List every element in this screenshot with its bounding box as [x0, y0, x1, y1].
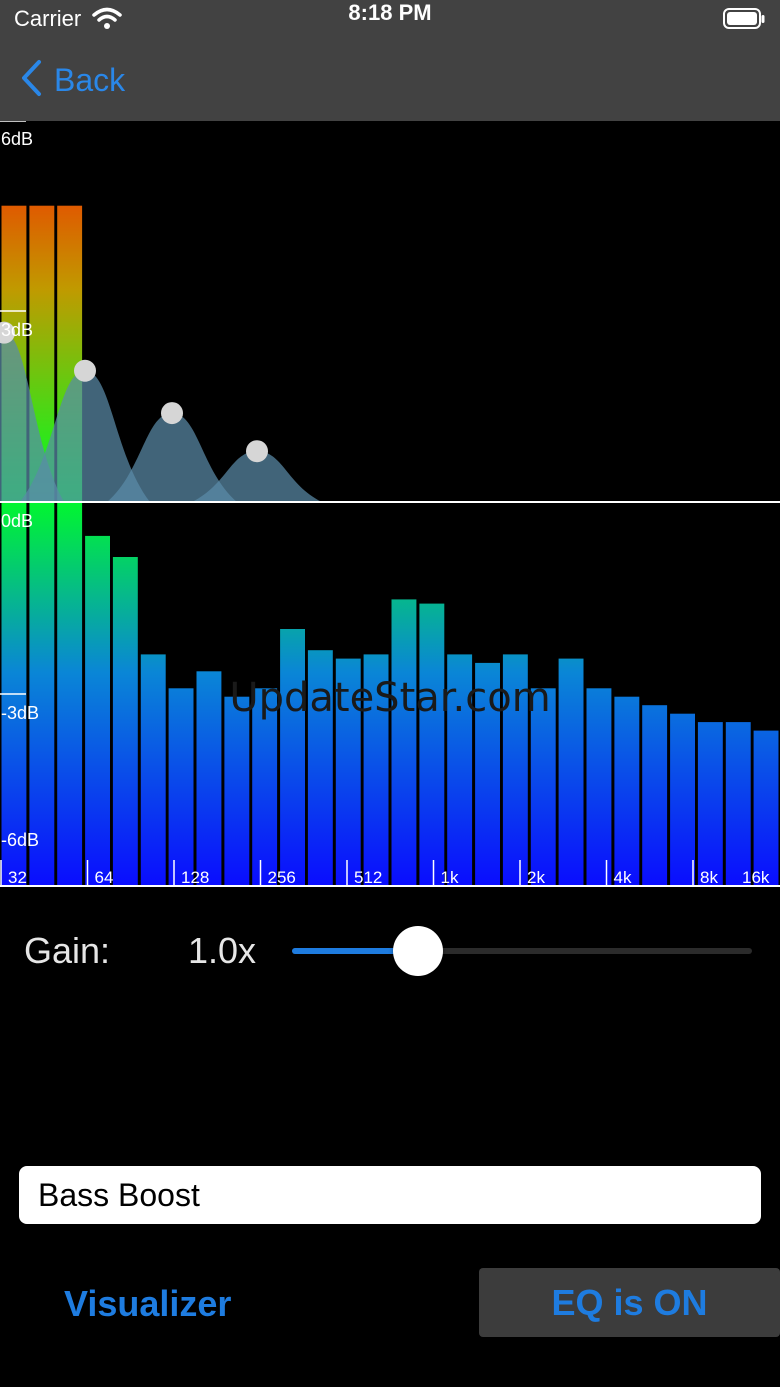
wifi-icon [92, 7, 122, 34]
eq-band-handle[interactable] [246, 440, 268, 463]
slider-thumb[interactable] [393, 926, 444, 976]
freq-label: 256 [268, 868, 296, 887]
spectrum-bar [1, 205, 27, 886]
carrier-label: Carrier [14, 6, 82, 31]
freq-label: 512 [354, 868, 382, 887]
db-label-minus6: -6dB [1, 830, 39, 850]
status-bar: Carrier 8:18 PM [0, 0, 780, 40]
spectrum-bar [85, 535, 110, 886]
gain-value: 1.0x [188, 930, 257, 971]
spectrum-bar [57, 205, 83, 886]
gain-label: Gain: [24, 930, 111, 971]
spectrum-bar [391, 599, 417, 886]
spectrum-bar [280, 629, 305, 886]
freq-label: 128 [181, 868, 209, 887]
db-label-minus3: -3dB [1, 703, 39, 723]
eq-toggle-button[interactable]: EQ is ON [479, 1268, 780, 1337]
back-button[interactable]: Back [20, 58, 125, 102]
freq-label: 8k [700, 868, 718, 887]
gain-slider[interactable] [292, 920, 752, 982]
spectrum-bar [168, 688, 194, 886]
freq-label: 2k [527, 868, 545, 887]
freq-label: 16k [742, 868, 770, 887]
spectrum-bar [196, 671, 222, 886]
spectrum-bar [642, 705, 668, 886]
eq-band-handle[interactable] [161, 402, 183, 425]
spectrum-bar [697, 722, 723, 886]
db-label-6: 6dB [1, 129, 33, 149]
watermark: UpdateStar.com [229, 675, 550, 721]
battery-icon [723, 8, 765, 29]
spectrum-bar [586, 688, 612, 886]
spectrum-bar [614, 696, 640, 886]
spectrum-bar [419, 603, 445, 886]
spectrum-bar [140, 654, 166, 886]
spectrum-visualizer[interactable]: 6dB 3dB 0dB -3dB -6dB 32 64 128 256 512 1k 2k 4… [0, 121, 780, 887]
db-label-0: 0dB [1, 511, 33, 531]
spectrum-bar [725, 722, 751, 886]
preset-name-field[interactable]: Bass Boost [19, 1166, 761, 1224]
freq-label: 64 [95, 868, 114, 887]
freq-label: 4k [614, 868, 632, 887]
eq-toggle-label: EQ is ON [551, 1281, 708, 1323]
freq-label: 1k [441, 868, 459, 887]
spectrum-bar [670, 713, 695, 886]
eq-band-handle[interactable] [74, 359, 96, 382]
db-label-3: 3dB [1, 320, 33, 340]
chevron-left-icon [20, 59, 42, 102]
spectrum-bar [224, 696, 250, 886]
visualizer-button[interactable]: Visualizer [64, 1283, 231, 1325]
spectrum-bar [112, 557, 138, 886]
freq-label: 32 [8, 868, 27, 887]
back-label: Back [54, 61, 126, 98]
spectrum-bar [558, 658, 584, 886]
spectrum-bar [753, 730, 779, 886]
spectrum-bar [29, 205, 55, 886]
preset-name-value: Bass Boost [38, 1176, 200, 1213]
navigation-bar: Back [0, 40, 780, 121]
